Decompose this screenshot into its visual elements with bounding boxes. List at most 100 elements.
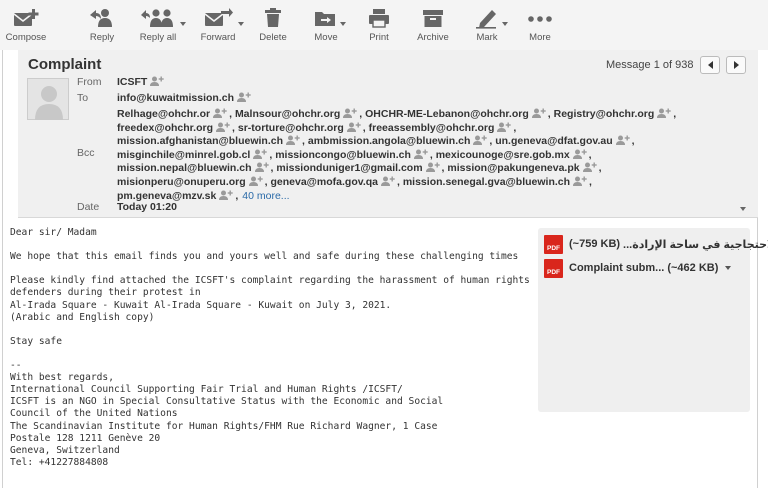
more-recipients-link[interactable]: 40 more... — [242, 190, 289, 202]
add-contact-icon[interactable] — [657, 108, 671, 118]
move-button[interactable]: Move — [310, 6, 346, 46]
add-contact-icon[interactable] — [213, 108, 227, 118]
arrow-right-icon — [733, 61, 739, 69]
body-line: (Arabic and English copy) — [10, 311, 155, 323]
message-counter: Message 1 of 938 — [606, 59, 694, 71]
next-message-button[interactable] — [726, 56, 746, 74]
add-contact-icon[interactable] — [346, 122, 361, 132]
recipient-address[interactable]: geneva@mofa.gov.qa — [271, 176, 379, 188]
body-line: Please kindly find attached the ICSFT's … — [10, 275, 530, 287]
pdf-file-icon: PDF — [544, 258, 563, 278]
add-contact-icon[interactable] — [253, 149, 268, 159]
recipient-address[interactable]: mission@pakungeneva.pk — [447, 162, 579, 174]
reply-all-icon — [140, 6, 176, 30]
add-contact-icon[interactable] — [531, 108, 546, 118]
toolbar: Compose Reply Reply all Forward Delete M… — [0, 0, 768, 50]
attachment-name: Complaint subm... — [569, 262, 665, 274]
recipient-address[interactable]: Relhage@ohchr.or — [117, 108, 210, 120]
recipient-address[interactable]: ambmission.angola@bluewin.ch — [308, 135, 471, 147]
recipient-address[interactable]: mission.afghanistan@bluewin.ch — [117, 135, 283, 147]
add-contact-icon[interactable] — [219, 190, 234, 200]
mark-button[interactable]: Mark — [474, 6, 508, 46]
add-contact-icon[interactable] — [582, 162, 597, 173]
body-line: Al-Irada Square - Kuwait Al-Irada Square… — [10, 299, 392, 311]
mark-dropdown-icon[interactable] — [502, 22, 508, 26]
add-contact-icon[interactable] — [150, 76, 165, 86]
body-line — [10, 239, 530, 251]
recipient-address[interactable]: misginchile@minrel.gob.cl — [117, 149, 250, 161]
add-contact-icon[interactable] — [425, 162, 440, 173]
recipient-address[interactable]: mexicounoge@sre.gob.mx — [436, 149, 570, 161]
add-contact-icon[interactable] — [413, 149, 428, 159]
bcc-line: freedex@ohchr.org, sr-torture@ohchr.org,… — [117, 121, 517, 134]
to-value: info@kuwaitmission.ch — [117, 92, 253, 104]
add-contact-icon[interactable] — [473, 135, 488, 146]
recipient-to[interactable]: info@kuwaitmission.ch — [117, 92, 234, 104]
add-contact-icon[interactable] — [572, 149, 587, 159]
header-expand-icon[interactable] — [740, 207, 746, 211]
attachment-item[interactable]: PDF Complaint subm... (~462 KB) — [544, 257, 732, 279]
recipient-address[interactable]: sr-torture@ohchr.org — [238, 122, 344, 134]
body-line: defenders during their protest in — [10, 287, 201, 299]
attachment-name: ...الاحتجاجية في ساحة الإرادة — [623, 238, 768, 251]
add-contact-icon[interactable] — [381, 176, 395, 186]
forward-dropdown-icon[interactable] — [238, 22, 244, 26]
body-line: Postale 128 1211 Genève 20 — [10, 432, 161, 444]
bcc-line: pm.geneva@mzv.sk, 40 more... — [117, 189, 290, 202]
to-label: To — [77, 92, 89, 104]
recipient-address[interactable]: missionduniger1@gmail.com — [276, 162, 422, 174]
reply-all-button[interactable]: Reply all — [136, 6, 186, 46]
recipient-address[interactable]: Registry@ohchr.org — [554, 108, 655, 120]
body-line: Dear sir/ Madam — [10, 227, 97, 238]
recipient-address[interactable]: missioncongo@bluewin.ch — [275, 149, 411, 161]
add-contact-icon[interactable] — [286, 135, 300, 146]
add-contact-icon[interactable] — [216, 122, 230, 132]
body-line: The Scandinavian Institute for Human Rig… — [10, 420, 438, 432]
previous-message-button[interactable] — [700, 56, 720, 74]
add-contact-icon[interactable] — [573, 176, 587, 186]
trash-icon — [264, 6, 282, 30]
reply-all-dropdown-icon[interactable] — [180, 22, 186, 26]
recipient-address[interactable]: pm.geneva@mzv.sk — [117, 190, 216, 202]
add-contact-icon[interactable] — [237, 92, 251, 102]
body-line: ICSFT is an NGO in Special Consultative … — [10, 396, 444, 408]
message-body: Dear sir/ Madam We hope that this email f… — [10, 227, 530, 469]
body-line: Council of the United Nations — [10, 408, 178, 420]
forward-button[interactable]: Forward — [198, 6, 244, 46]
recipient-address[interactable]: OHCHR-ME-Lebanon@ohchr.org — [365, 108, 529, 120]
recipient-address[interactable]: misionperu@onuperu.org — [117, 176, 246, 188]
person-icon — [35, 86, 63, 120]
compose-icon — [12, 6, 40, 30]
add-contact-icon[interactable] — [254, 162, 269, 173]
bcc-label: Bcc — [77, 147, 95, 159]
more-button[interactable]: More — [526, 6, 554, 46]
attachment-menu-icon[interactable] — [725, 266, 732, 270]
recipient-address[interactable]: freedex@ohchr.org — [117, 122, 213, 134]
body-line — [10, 348, 530, 360]
delete-button[interactable]: Delete — [256, 6, 290, 46]
archive-button[interactable]: Archive — [416, 6, 450, 46]
add-contact-icon[interactable] — [248, 176, 263, 186]
body-line: With best regards, — [10, 372, 114, 384]
pdf-file-icon: PDF — [544, 234, 563, 254]
attachment-item[interactable]: PDF (~759 KB) ...الاحتجاجية في ساحة الإر… — [544, 233, 768, 255]
bcc-line: misionperu@onuperu.org, geneva@mofa.gov.… — [117, 176, 592, 188]
add-contact-icon[interactable] — [497, 122, 512, 132]
print-button[interactable]: Print — [366, 6, 392, 46]
forward-icon — [203, 6, 233, 30]
add-contact-icon[interactable] — [615, 135, 630, 146]
date-value: Today 01:20 — [117, 201, 177, 213]
recipient-address[interactable]: freeassembly@ohchr.org — [369, 122, 495, 134]
body-line: Tel: +41227884808 — [10, 456, 109, 468]
compose-button[interactable]: Compose — [6, 6, 46, 46]
archive-icon — [421, 6, 445, 30]
reply-button[interactable]: Reply — [86, 6, 118, 46]
attachment-size: (~759 KB) — [569, 238, 621, 250]
add-contact-icon[interactable] — [343, 108, 357, 118]
recipient-address[interactable]: Malnsour@ohchr.org — [235, 108, 340, 120]
recipient-address[interactable]: mission.senegal.gva@bluewin.ch — [403, 176, 570, 188]
recipient-address[interactable]: mission.nepal@bluewin.ch — [117, 162, 252, 174]
recipient-address[interactable]: un.geneva@dfat.gov.au — [495, 135, 612, 147]
move-dropdown-icon[interactable] — [340, 22, 346, 26]
sender-name[interactable]: ICSFT — [117, 76, 147, 88]
